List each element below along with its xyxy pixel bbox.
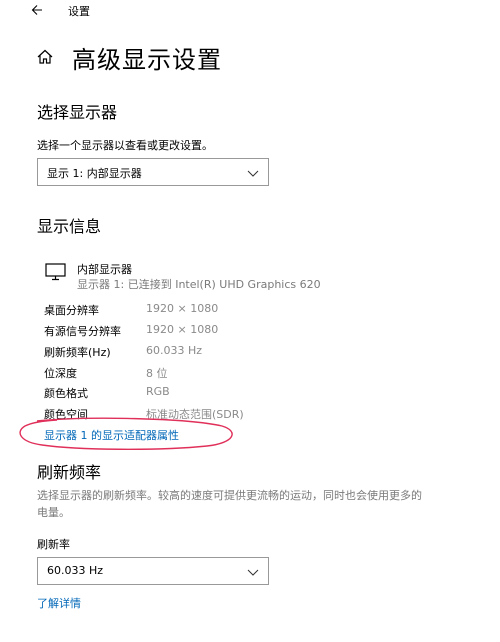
select-display-heading: 选择显示器 xyxy=(37,103,118,122)
chevron-down-icon xyxy=(247,170,259,177)
app-title: 设置 xyxy=(68,5,90,18)
info-label: 桌面分辨率 xyxy=(44,304,99,317)
refresh-rate-dropdown[interactable]: 60.033 Hz xyxy=(37,557,269,585)
monitor-icon xyxy=(45,263,66,281)
info-label: 颜色格式 xyxy=(44,387,88,400)
adapter-properties-link[interactable]: 显示器 1 的显示适配器属性 xyxy=(44,427,179,443)
home-button[interactable] xyxy=(35,47,55,67)
monitor-name: 内部显示器 xyxy=(77,263,132,276)
home-icon xyxy=(37,49,53,64)
info-label: 刷新频率(Hz) xyxy=(44,346,111,359)
display-select-value: 显示 1: 内部显示器 xyxy=(47,167,142,180)
learn-more-link[interactable]: 了解详情 xyxy=(37,595,81,611)
info-value: RGB xyxy=(146,385,170,398)
info-value: 标准动态范围(SDR) xyxy=(146,408,244,421)
refresh-rate-value: 60.033 Hz xyxy=(47,564,104,577)
page-title: 高级显示设置 xyxy=(72,46,222,74)
monitor-connection: 显示器 1: 已连接到 Intel(R) UHD Graphics 620 xyxy=(77,278,321,291)
settings-window: 设置 高级显示设置 选择显示器 选择一个显示器以查看或更改设置。 显示 1: 内… xyxy=(0,0,500,642)
info-label: 位深度 xyxy=(44,367,77,380)
refresh-rate-description: 选择显示器的刷新频率。较高的速度可提供更流畅的运动，同时也会使用更多的电量。 xyxy=(37,489,422,519)
info-value: 1920 × 1080 xyxy=(146,302,219,315)
chevron-down-icon xyxy=(247,569,259,576)
info-label: 有源信号分辨率 xyxy=(44,325,121,338)
display-select-dropdown[interactable]: 显示 1: 内部显示器 xyxy=(37,158,269,186)
info-value: 8 位 xyxy=(146,367,168,380)
back-button[interactable] xyxy=(28,0,48,20)
display-info-heading: 显示信息 xyxy=(37,217,102,236)
refresh-rate-heading: 刷新频率 xyxy=(37,463,102,482)
info-value: 1920 × 1080 xyxy=(146,323,219,336)
info-label: 颜色空间 xyxy=(44,408,88,421)
refresh-rate-label: 刷新率 xyxy=(37,538,70,551)
select-display-caption: 选择一个显示器以查看或更改设置。 xyxy=(37,139,213,152)
arrow-left-icon xyxy=(31,5,42,15)
info-value: 60.033 Hz xyxy=(146,344,203,357)
